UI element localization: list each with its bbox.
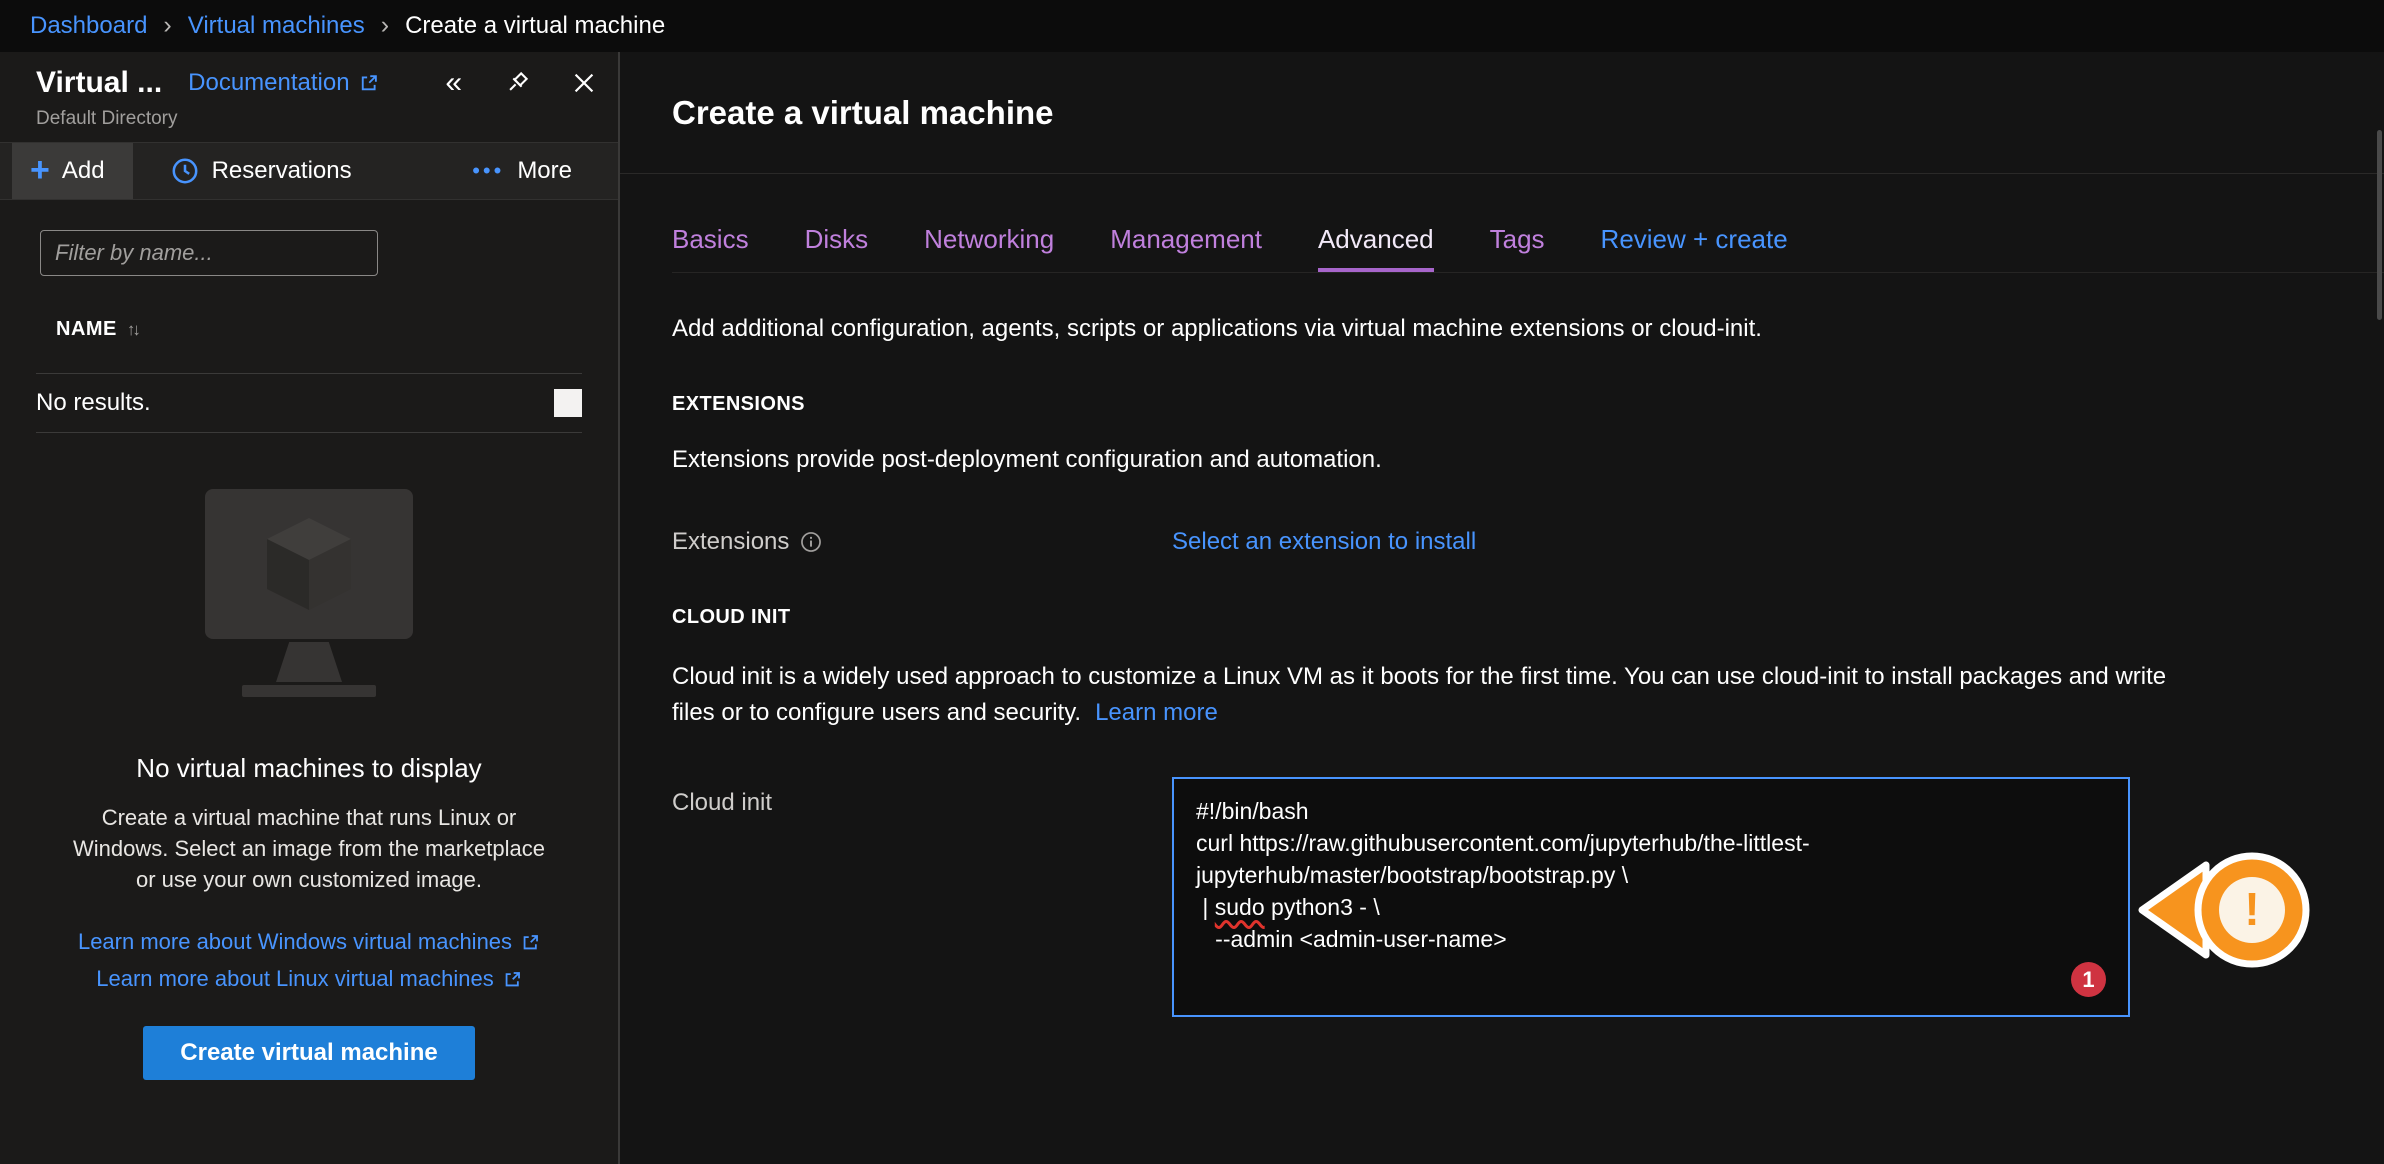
sort-icon: ↑↓ (127, 320, 138, 340)
filter-by-name-input[interactable] (40, 230, 378, 276)
cloud-init-field-label: Cloud init (672, 789, 772, 817)
collapse-panel-button[interactable]: « (445, 66, 462, 100)
code-line-4-suffix: python3 - \ (1265, 894, 1380, 920)
code-line-3: jupyterhub/master/bootstrap/bootstrap.py… (1196, 859, 2106, 891)
breadcrumb-separator: › (381, 11, 389, 40)
monitor-base (242, 685, 376, 697)
pin-button[interactable] (504, 70, 530, 96)
extensions-section-title: EXTENSIONS (672, 393, 2384, 416)
more-icon: ••• (472, 158, 504, 184)
panel-title: Virtual ... (36, 66, 162, 100)
breadcrumb-dashboard[interactable]: Dashboard (30, 12, 147, 40)
learn-more-link[interactable]: Learn more (1095, 699, 1218, 726)
close-panel-button[interactable] (572, 71, 596, 95)
annotation-badge: 1 (2071, 962, 2106, 997)
reservations-label: Reservations (212, 157, 352, 185)
select-extension-link[interactable]: Select an extension to install (1172, 528, 1476, 556)
name-header-label: NAME (56, 318, 117, 341)
create-vm-pane: Create a virtual machine Basics Disks Ne… (620, 52, 2384, 1164)
tab-disks[interactable]: Disks (805, 224, 869, 272)
panel-toolbar: + Add Reservations ••• More (0, 142, 618, 200)
breadcrumb-virtual-machines[interactable]: Virtual machines (188, 12, 365, 40)
svg-text:!: ! (2244, 883, 2259, 935)
page-header: Create a virtual machine (620, 52, 2384, 174)
cloud-init-field-row: Cloud init #!/bin/bash curl https://raw.… (672, 777, 2384, 1017)
virtual-machines-panel: Virtual ... Documentation « (0, 52, 620, 1164)
cloud-init-section-title: CLOUD INIT (672, 606, 2384, 629)
documentation-link-label: Documentation (188, 69, 349, 97)
reservations-button[interactable]: Reservations (171, 157, 352, 185)
code-line-2: curl https://raw.githubusercontent.com/j… (1196, 827, 2106, 859)
row-checkbox[interactable] (554, 389, 582, 417)
breadcrumb-separator: › (163, 11, 171, 40)
cloud-init-textarea[interactable]: #!/bin/bash curl https://raw.githubuserc… (1172, 777, 2130, 1017)
close-icon (572, 71, 596, 95)
learn-windows-link[interactable]: Learn more about Windows virtual machine… (78, 929, 540, 955)
cloud-init-description: Cloud init is a widely used approach to … (672, 659, 2172, 731)
monitor-icon (205, 489, 413, 639)
warning-callout-icon: ! (2136, 839, 2320, 981)
no-results-label: No results. (36, 389, 151, 417)
scrollbar-thumb[interactable] (2377, 130, 2382, 320)
cloud-init-description-text: Cloud init is a widely used approach to … (672, 663, 2166, 726)
code-line-5: --admin <admin-user-name> (1196, 923, 2106, 955)
external-link-icon (521, 933, 540, 952)
empty-state: No virtual machines to display Create a … (0, 433, 618, 1080)
more-button[interactable]: ••• More (472, 157, 572, 185)
plus-icon: + (30, 153, 50, 187)
documentation-link[interactable]: Documentation (188, 69, 378, 97)
extensions-field-row: Extensions Select an extension to instal… (672, 528, 2384, 556)
pin-icon (504, 70, 530, 96)
external-link-icon (503, 970, 522, 989)
vm-empty-illustration (205, 489, 413, 697)
name-column-header[interactable]: NAME ↑↓ (56, 318, 138, 341)
cube-icon (261, 512, 357, 616)
code-line-4: | sudo python3 - \ (1196, 891, 2106, 923)
more-label: More (517, 157, 572, 185)
add-button[interactable]: + Add (12, 143, 133, 199)
page-title: Create a virtual machine (672, 94, 1054, 132)
empty-state-heading: No virtual machines to display (136, 753, 481, 784)
tab-tags[interactable]: Tags (1490, 224, 1545, 272)
table-row: No results. (0, 374, 618, 432)
code-line-4-prefix: | (1196, 894, 1215, 920)
extensions-field-label: Extensions (672, 528, 789, 556)
collapse-icon: « (445, 66, 462, 100)
tab-advanced[interactable]: Advanced (1318, 224, 1434, 272)
empty-state-description: Create a virtual machine that runs Linux… (72, 802, 546, 895)
monitor-stand (276, 642, 342, 682)
clock-icon (171, 157, 199, 185)
tab-networking[interactable]: Networking (924, 224, 1054, 272)
code-line-1: #!/bin/bash (1196, 795, 2106, 827)
info-icon[interactable] (800, 531, 822, 553)
tab-management[interactable]: Management (1110, 224, 1262, 272)
tab-basics[interactable]: Basics (672, 224, 749, 272)
add-button-label: Add (62, 157, 105, 185)
sudo-misspelled-word: sudo (1215, 894, 1265, 920)
learn-windows-label: Learn more about Windows virtual machine… (78, 929, 512, 955)
breadcrumb: Dashboard › Virtual machines › Create a … (0, 0, 2384, 52)
learn-linux-link[interactable]: Learn more about Linux virtual machines (96, 966, 521, 992)
breadcrumb-current: Create a virtual machine (405, 12, 665, 40)
learn-linux-label: Learn more about Linux virtual machines (96, 966, 493, 992)
create-virtual-machine-button[interactable]: Create virtual machine (143, 1026, 475, 1080)
advanced-intro-text: Add additional configuration, agents, sc… (672, 315, 2384, 343)
external-link-icon (359, 73, 379, 93)
directory-label: Default Directory (36, 108, 596, 130)
tab-review-create[interactable]: Review + create (1601, 224, 1788, 272)
panel-header: Virtual ... Documentation « (0, 52, 618, 130)
tab-bar: Basics Disks Networking Management Advan… (672, 224, 2384, 273)
extensions-description: Extensions provide post-deployment confi… (672, 446, 2384, 474)
